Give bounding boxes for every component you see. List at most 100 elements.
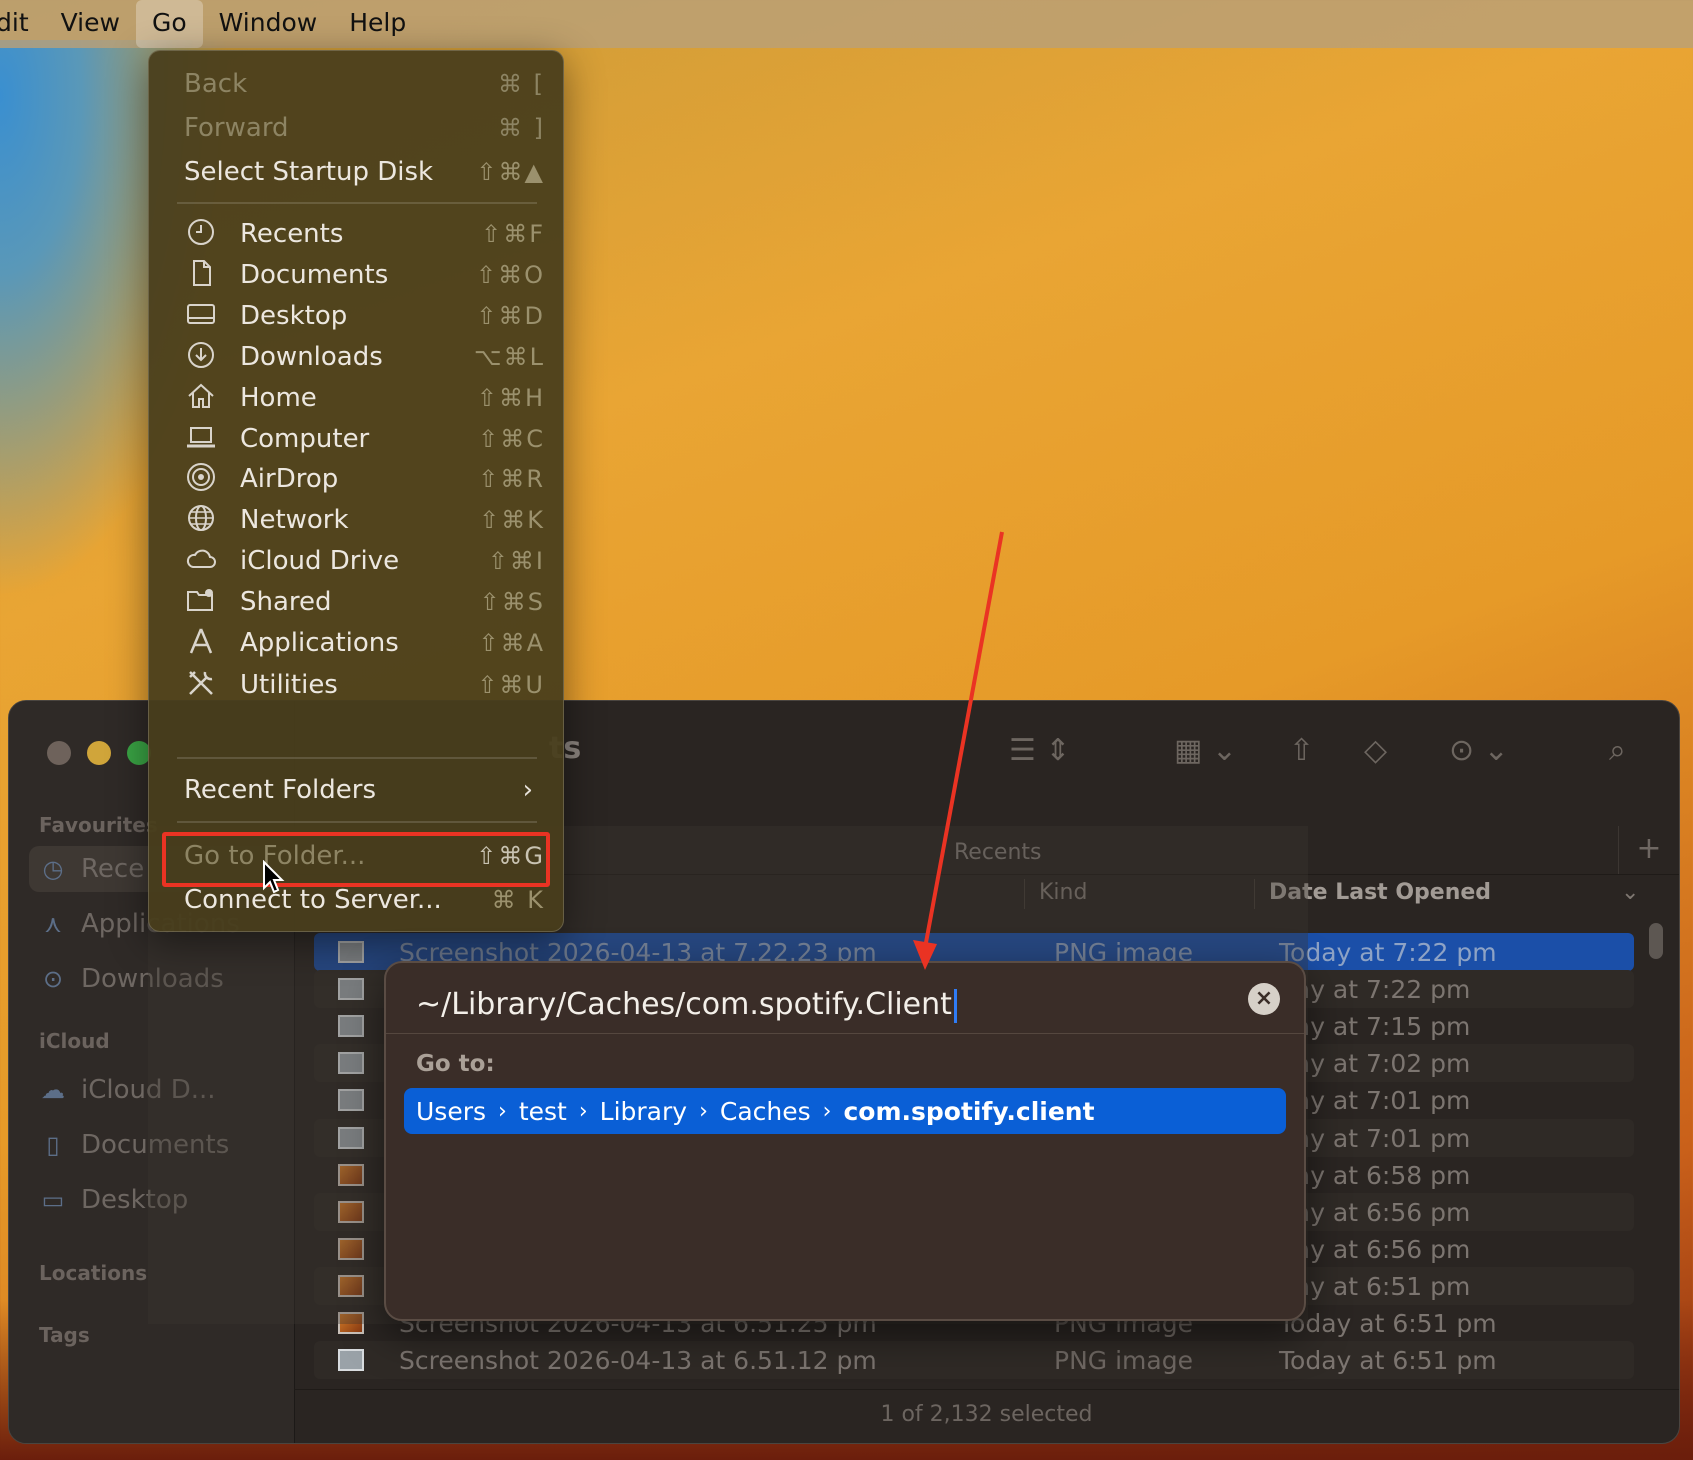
menu-item-select-startup-disk[interactable]: Select Startup Disk ⇧⌘▲ (157, 151, 555, 193)
sidebar-heading-locations: Locations (39, 1261, 148, 1285)
menu-item-applications[interactable]: Applications ⇧⌘A (157, 622, 555, 664)
sidebar-heading-favourites: Favourites (39, 813, 158, 837)
close-window-button[interactable] (47, 741, 71, 765)
go-to-folder-dialog: ~/Library/Caches/com.spotify.Client × Go… (384, 961, 1306, 1321)
minimize-window-button[interactable] (87, 741, 111, 765)
applications-icon: ⋏ (44, 910, 62, 938)
list-view-icon[interactable]: ☰ ⇕ (1009, 733, 1071, 768)
clock-icon (185, 216, 221, 252)
laptop-icon (185, 421, 221, 457)
chevron-right-icon: › (699, 1098, 708, 1124)
menu-item-shortcut: ⇧⌘D (476, 302, 545, 330)
menu-separator (177, 821, 537, 823)
chevron-right-icon: › (578, 1098, 588, 1124)
menu-item-shortcut: ⇧⌘▲ (476, 158, 545, 186)
menu-item-back[interactable]: Back ⌘ [ (157, 63, 555, 105)
menu-item-label: Desktop (240, 301, 348, 331)
airdrop-icon (185, 461, 221, 497)
new-tab-button[interactable]: + (1618, 826, 1679, 874)
sidebar-item-label: Rece (81, 854, 145, 884)
menu-item-label: Shared (240, 587, 332, 617)
file-date: Today at 6:51 pm (1279, 1308, 1497, 1338)
menu-window[interactable]: Window (203, 0, 334, 48)
menu-item-shortcut: ⇧⌘U (477, 671, 545, 699)
folder-path-input[interactable]: ~/Library/Caches/com.spotify.Client (416, 975, 1216, 1035)
home-icon (185, 380, 221, 416)
menu-item-home[interactable]: Home ⇧⌘H (157, 377, 555, 419)
menu-item-airdrop[interactable]: AirDrop ⇧⌘R (157, 458, 555, 500)
menu-edit[interactable]: dit (0, 0, 45, 48)
menu-item-label: Network (240, 505, 349, 535)
menu-item-shortcut: ⌥⌘L (473, 343, 545, 371)
menu-item-shortcut: ⇧⌘R (478, 465, 545, 493)
document-icon: ▯ (46, 1131, 60, 1159)
menu-item-recent-folders[interactable]: Recent Folders › (157, 769, 555, 811)
clear-input-icon[interactable]: × (1248, 983, 1280, 1015)
menu-item-label: Utilities (240, 670, 338, 700)
menu-view[interactable]: View (45, 0, 136, 48)
sort-chevron-icon[interactable]: ⌄ (1621, 869, 1639, 917)
file-date: Today at 6:51 pm (1279, 1345, 1497, 1375)
table-row[interactable]: Screenshot 2026-04-13 at 6.51.12 pm PNG i… (314, 1341, 1634, 1379)
download-icon: ⊙ (42, 965, 64, 993)
menu-item-shared[interactable]: Shared ⇧⌘S (157, 581, 555, 623)
menu-item-forward[interactable]: Forward ⌘ ] (157, 107, 555, 149)
menu-separator (177, 202, 537, 204)
menu-item-icloud-drive[interactable]: iCloud Drive ⇧⌘I (157, 540, 555, 582)
menu-item-shortcut: ⇧⌘O (476, 261, 545, 289)
more-actions-icon[interactable]: ⊙ ⌄ (1449, 733, 1509, 768)
menu-item-computer[interactable]: Computer ⇧⌘C (157, 418, 555, 460)
utilities-icon (185, 667, 221, 703)
share-icon[interactable]: ⇧ (1289, 733, 1314, 768)
menu-item-shortcut: ⌘ ] (498, 114, 545, 142)
menu-item-shortcut: ⌘ K (491, 886, 545, 914)
clock-icon: ◷ (42, 855, 64, 883)
crumb-test: test (518, 1096, 567, 1126)
tag-icon[interactable]: ◇ (1364, 733, 1387, 768)
menu-item-shortcut: ⇧⌘C (478, 425, 545, 453)
annotation-highlight-box (162, 832, 550, 887)
file-name: Screenshot 2026-04-13 at 6.51.12 pm (399, 1345, 877, 1375)
menu-item-label: Computer (240, 424, 370, 454)
menu-item-recents[interactable]: Recents ⇧⌘F (157, 213, 555, 255)
menu-item-desktop[interactable]: Desktop ⇧⌘D (157, 295, 555, 337)
crumb-library: Library (599, 1096, 688, 1126)
file-thumbnail-icon (338, 1349, 364, 1371)
cloud-icon: ☁ (41, 1076, 65, 1104)
menu-item-network[interactable]: Network ⇧⌘K (157, 499, 555, 541)
scrollbar-thumb[interactable] (1649, 923, 1663, 959)
menu-separator (177, 757, 537, 759)
menu-item-utilities[interactable]: Utilities ⇧⌘U (157, 664, 555, 706)
menu-item-label: Home (240, 383, 317, 413)
menu-item-documents[interactable]: Documents ⇧⌘O (157, 254, 555, 296)
file-kind: PNG image (1054, 1345, 1193, 1375)
crumb-target: com.spotify.client (843, 1096, 1095, 1126)
menu-item-label: AirDrop (240, 464, 339, 494)
menu-item-label: Forward (184, 113, 289, 143)
path-suggestion[interactable]: Users › test › Library › Caches › com.spotify.cl… (404, 1088, 1286, 1134)
menu-item-shortcut: ⇧⌘A (478, 629, 545, 657)
menu-go[interactable]: Go (135, 0, 203, 48)
globe-icon (185, 502, 221, 538)
chevron-right-icon: › (822, 1098, 832, 1124)
menu-item-shortcut: ⇧⌘F (481, 220, 545, 248)
menu-item-shortcut: ⌘ [ (498, 70, 545, 98)
shared-folder-icon (185, 584, 221, 620)
menu-help[interactable]: Help (333, 0, 422, 48)
go-menu-dropdown: Back ⌘ [ Forward ⌘ ] Select Startup Disk… (148, 50, 564, 932)
menu-item-label: Documents (240, 260, 389, 290)
status-bar: 1 of 2,132 selected (294, 1389, 1679, 1443)
applications-icon (185, 625, 221, 661)
menu-item-label: Back (184, 69, 248, 99)
menu-item-downloads[interactable]: Downloads ⌥⌘L (157, 336, 555, 378)
chevron-right-icon: › (498, 1098, 507, 1124)
goto-label: Go to: (416, 1051, 495, 1077)
file-date: Today at 7:22 pm (1279, 937, 1497, 967)
desktop-icon: ▭ (41, 1186, 65, 1214)
group-icon[interactable]: ▦ ⌄ (1174, 733, 1237, 768)
menu-bar: dit View Go Window Help (0, 0, 1693, 48)
menu-item-shortcut: ⇧⌘H (476, 384, 545, 412)
search-icon[interactable]: ⌕ (1609, 733, 1626, 768)
menu-item-label: Recent Folders (184, 775, 377, 805)
desktop-icon (185, 298, 221, 334)
